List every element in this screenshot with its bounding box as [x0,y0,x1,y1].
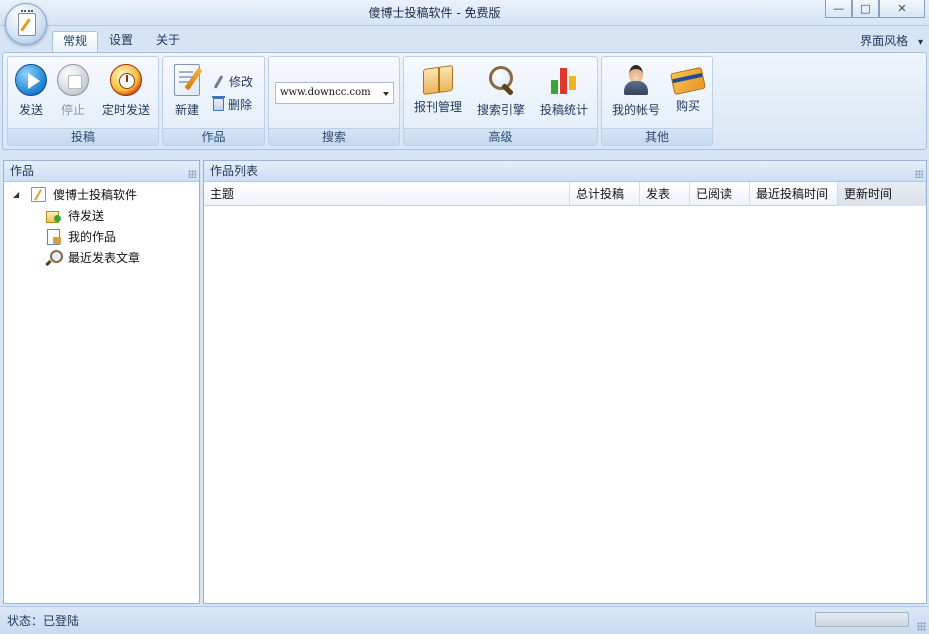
book-icon [423,64,453,96]
works-pane-title: 作品 [10,164,35,178]
edit-label: 修改 [229,75,254,89]
search-engine-button[interactable]: 搜索引擎 [475,64,527,118]
account-label: 我的帐号 [611,103,660,117]
works-grid-body[interactable] [204,207,926,603]
window-title: 傻博士投稿软件 - 免费版 [368,6,501,20]
column-header-last-submission[interactable]: 最近投稿时间 [750,182,838,206]
edit-button[interactable]: 修改 [211,73,253,90]
stop-icon [57,64,89,96]
search-engine-label: 搜索引擎 [476,103,525,117]
user-icon [620,64,652,96]
tree-item-label: 待发送 [68,209,105,223]
window-controls: — □ ✕ [825,0,925,18]
alarm-clock-icon [110,64,142,96]
app-menu-button[interactable] [5,3,47,45]
tree-item-label: 最近发表文章 [68,251,141,265]
new-label: 新建 [174,103,199,117]
tree-item-my-works[interactable]: 我的作品 [4,226,199,247]
group-advanced: 报刊管理 搜索引擎 投稿统计 高级 [403,56,598,146]
group-search: www.downcc.com 搜索 [268,56,400,146]
play-icon [15,64,47,96]
close-button[interactable]: ✕ [879,0,925,18]
works-grid-header: 主题 总计投稿 发表 已阅读 最近投稿时间 更新时间 [204,182,926,206]
tree-item-label: 傻博士投稿软件 [53,188,138,202]
account-button[interactable]: 我的帐号 [610,64,662,118]
magnifier-icon [485,64,517,96]
delete-button[interactable]: 删除 [212,96,253,113]
send-label: 发送 [18,103,43,117]
group-submit: 发送 停止 定时发送 投稿 [7,56,159,146]
status-progress-bar [815,612,909,627]
ribbon-tab-row: 常规 设置 关于 界面风格 ▾ [0,27,929,52]
tab-about[interactable]: 关于 [146,31,190,52]
works-list-header: 作品列表 [204,161,926,182]
pane-grip-icon[interactable] [915,170,923,178]
group-search-label: 搜索 [269,128,399,145]
group-submit-label: 投稿 [8,128,158,145]
status-text: 状态：已登陆 [7,614,80,628]
new-document-icon [174,64,200,96]
search-url-combobox[interactable]: www.downcc.com [275,82,394,104]
tree-item-pending[interactable]: 待发送 [4,205,199,226]
delete-label: 删除 [228,98,253,112]
tree-item-label: 我的作品 [68,230,117,244]
tree-item-root[interactable]: ◢ 傻博士投稿软件 [4,184,199,205]
column-header-published[interactable]: 发表 [640,182,690,206]
pending-send-icon [46,208,61,223]
skin-style-menu[interactable]: 界面风格 ▾ [860,32,923,49]
title-bar: 傻博士投稿软件 - 免费版 — □ ✕ [0,0,929,45]
status-bar: 状态：已登陆 [0,606,929,634]
my-works-icon [46,229,61,245]
minimize-button[interactable]: — [825,0,852,18]
works-pane-header: 作品 [4,161,199,182]
works-list-title: 作品列表 [210,164,259,178]
trash-icon [212,96,225,111]
buy-button[interactable]: 购买 [669,64,707,114]
column-header-total-submissions[interactable]: 总计投稿 [570,182,640,206]
buy-label: 购买 [675,99,700,113]
bar-chart-icon [548,64,580,96]
stop-label: 停止 [60,103,85,117]
stop-button[interactable]: 停止 [55,64,91,118]
column-header-updated[interactable]: 更新时间 [838,182,926,206]
group-advanced-label: 高级 [404,128,597,145]
stats-button[interactable]: 投稿统计 [538,64,590,118]
app-logo-icon [18,10,36,36]
restore-button[interactable]: □ [852,0,879,18]
skin-style-label: 界面风格 [860,34,909,48]
ribbon: 发送 停止 定时发送 投稿 新建 修改 删除 作品 www.downcc.com [2,52,927,150]
group-other-label: 其他 [602,128,712,145]
chevron-down-icon: ▾ [917,37,923,48]
column-header-read[interactable]: 已阅读 [690,182,750,206]
tree-item-recent[interactable]: 最近发表文章 [4,247,199,268]
tab-settings[interactable]: 设置 [99,31,143,52]
press-manage-label: 报刊管理 [413,100,462,114]
search-url-value: www.downcc.com [280,87,371,98]
pane-grip-icon[interactable] [188,170,196,178]
new-button[interactable]: 新建 [169,64,205,118]
works-pane: 作品 ◢ 傻博士投稿软件 待发送 我的作品 最近发表文章 [3,160,200,604]
group-other: 我的帐号 购买 其他 [601,56,713,146]
magnifier-icon [46,250,63,265]
works-tree: ◢ 傻博士投稿软件 待发送 我的作品 最近发表文章 [4,182,199,268]
group-works-label: 作品 [163,128,264,145]
works-list-pane: 作品列表 主题 总计投稿 发表 已阅读 最近投稿时间 更新时间 [203,160,927,604]
timed-send-label: 定时发送 [101,103,150,117]
app-document-icon [31,187,46,202]
send-button[interactable]: 发送 [13,64,49,118]
column-header-subject[interactable]: 主题 [204,182,570,206]
stats-label: 投稿统计 [539,103,588,117]
timed-send-button[interactable]: 定时发送 [97,64,155,118]
pencil-icon [211,75,225,89]
credit-card-icon [670,66,706,96]
group-works: 新建 修改 删除 作品 [162,56,265,146]
press-manage-button[interactable]: 报刊管理 [412,64,464,115]
tab-general[interactable]: 常规 [52,31,99,52]
collapse-arrow-icon[interactable]: ◢ [13,190,23,199]
resize-grip-icon[interactable] [917,622,926,631]
dropdown-arrow-icon[interactable] [383,92,389,96]
